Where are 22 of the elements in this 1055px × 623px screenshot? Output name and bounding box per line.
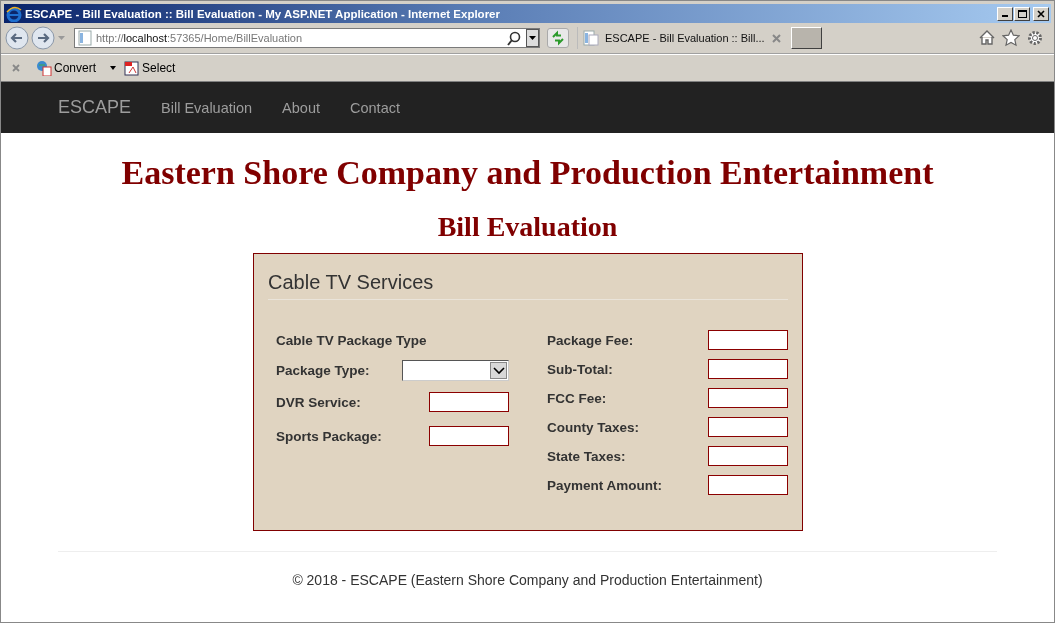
window-title: ESCAPE - Bill Evaluation :: Bill Evaluation - My ASP.NET Application - Internet Explorer [25,7,501,20]
nav-link[interactable]: About [282,99,320,116]
field-label: FCC Fee: [547,390,607,406]
page-subheading: Bill Evaluation [437,211,618,243]
toolbar-button[interactable]: Select [123,60,177,76]
nav-link[interactable]: Contact [350,99,400,116]
nav-link[interactable]: Bill Evaluation [161,99,253,116]
page-heading: Eastern Shore Company and Production Entertainment [121,153,934,193]
panel-title: Cable TV Services [268,271,788,300]
field-label: County Taxes: [547,419,639,435]
field-label: Sports Package: [276,428,382,444]
field-label: State Taxes: [547,448,626,464]
field-label: DVR Service: [276,394,361,410]
field-label: Sub-Total: [547,361,613,377]
address-field[interactable]: http://localhost:57365/Home/BillEvaluation [74,28,540,48]
field-label: Payment Amount: [547,477,662,493]
footer-text: © 2018 - ESCAPE (Eastern Shore Company and Production Entertainment) [291,572,764,588]
field-label: Package Fee: [547,332,634,348]
section-label: Cable TV Package Type [276,332,427,348]
toolbar-button[interactable]: Convert [35,60,98,76]
field-label: Package Type: [276,362,370,378]
brand-link[interactable]: ESCAPE [58,97,132,118]
